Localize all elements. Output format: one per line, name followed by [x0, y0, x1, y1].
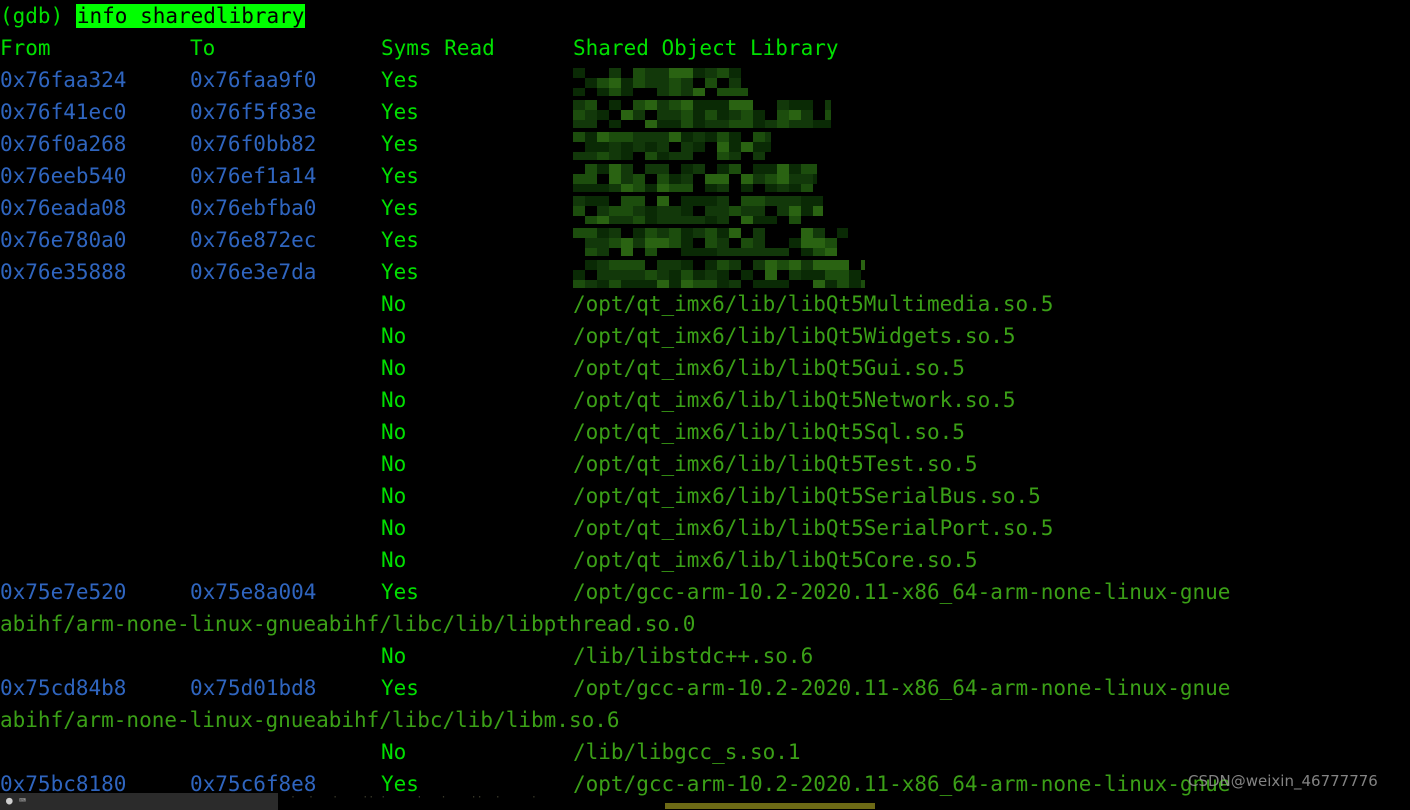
- syms-read-value: Yes: [381, 228, 419, 252]
- syms-read-value: Yes: [381, 68, 419, 92]
- gdb-command-highlighted[interactable]: info sharedlibrary: [75, 4, 306, 28]
- library-path: /opt/qt_imx6/lib/libQt5Core.so.5: [573, 548, 978, 572]
- syms-read-value: No: [381, 420, 407, 444]
- syms-read-value: Yes: [381, 100, 419, 124]
- syms-read-value: No: [381, 516, 407, 540]
- library-path: /opt/gcc-arm-10.2-2020.11-x86_64-arm-non…: [573, 676, 1231, 700]
- redacted-library-residual: lib: [573, 164, 611, 188]
- address-to: 0x76e3e7da: [190, 260, 317, 284]
- table-row: 0x75e7e520 0x75e8a004 Yes/opt/gcc-arm-10.2…: [0, 576, 1410, 608]
- gdb-prompt-line: (gdb) info sharedlibrary: [0, 0, 306, 32]
- address-from: 0x75cd84b8: [0, 676, 127, 700]
- syms-read-value: No: [381, 548, 407, 572]
- redacted-library-residual: lib: [573, 260, 611, 284]
- table-row: No/lib/libstdc++.so.6: [0, 640, 1410, 672]
- table-row-wrapped: abihf/arm-none-linux-gnueabihf/libc/lib/…: [0, 704, 1410, 736]
- syms-read-value: No: [381, 644, 407, 668]
- redacted-library-residual: libr: [573, 196, 624, 220]
- library-path: /opt/qt_imx6/lib/libQt5SerialPort.so.5: [573, 516, 1054, 540]
- library-path: /opt/qt_imx6/lib/libQt5Gui.so.5: [573, 356, 965, 380]
- taskbar[interactable]: ● ⌨: [0, 793, 278, 810]
- address-to: 0x76faa9f0: [190, 68, 317, 92]
- address-from: 0x76e35888: [0, 260, 127, 284]
- library-path: /opt/qt_imx6/lib/libQt5SerialBus.so.5: [573, 484, 1041, 508]
- syms-read-value: Yes: [381, 260, 419, 284]
- header-syms-read: Syms Read: [381, 36, 495, 60]
- table-row: 0x76eada08 0x76ebfba0 Yes libr: [0, 192, 1410, 224]
- table-row: 0x76eeb540 0x76ef1a14 Yes lib: [0, 160, 1410, 192]
- table-row: 0x76faa324 0x76faa9f0 Yes lib: [0, 64, 1410, 96]
- table-row: No/opt/qt_imx6/lib/libQt5Multimedia.so.5: [0, 288, 1410, 320]
- redacted-library-residual: libT: [573, 228, 624, 252]
- address-to: 0x76ef1a14: [190, 164, 317, 188]
- table-row: 0x76f0a268 0x76f0bb82 Yes lib: [0, 128, 1410, 160]
- library-path: /lib/libgcc_s.so.1: [573, 740, 801, 764]
- library-path-continuation: abihf/arm-none-linux-gnueabihf/libc/lib/…: [0, 612, 696, 636]
- library-path: /opt/qt_imx6/lib/libQt5Widgets.so.5: [573, 324, 1016, 348]
- header-shared-object-library: Shared Object Library: [573, 36, 839, 60]
- address-from: 0x76f0a268: [0, 132, 127, 156]
- table-row: 0x75cd84b8 0x75d01bd8 Yes/opt/gcc-arm-10.2…: [0, 672, 1410, 704]
- table-row: No/opt/qt_imx6/lib/libQt5SerialBus.so.5: [0, 480, 1410, 512]
- redacted-library-residual: lib: [573, 68, 611, 92]
- address-to: 0x76e872ec: [190, 228, 317, 252]
- syms-read-value: No: [381, 740, 407, 764]
- syms-read-value: No: [381, 292, 407, 316]
- header-to: To: [190, 36, 216, 60]
- taskbar-glyphs: ● ⌨: [6, 794, 26, 807]
- address-from: 0x75e7e520: [0, 580, 127, 604]
- address-from: 0x76eada08: [0, 196, 127, 220]
- redacted-library-residual: lib: [573, 100, 611, 124]
- table-row: 0x76e780a0 0x76e872ec Yes libT: [0, 224, 1410, 256]
- table-row: No/opt/qt_imx6/lib/libQt5SerialPort.so.5: [0, 512, 1410, 544]
- table-row: 0x76e35888 0x76e3e7da Yes lib: [0, 256, 1410, 288]
- syms-read-value: No: [381, 356, 407, 380]
- address-to: 0x75d01bd8: [190, 676, 317, 700]
- bottom-dot-strip: · · · ·· · · · ·· · ·: [290, 794, 537, 802]
- syms-read-value: Yes: [381, 580, 419, 604]
- library-path: /opt/qt_imx6/lib/libQt5Network.so.5: [573, 388, 1016, 412]
- table-row: 0x76f41ec0 0x76f5f83e Yes lib: [0, 96, 1410, 128]
- address-to: 0x76ebfba0: [190, 196, 317, 220]
- address-to: 0x76f0bb82: [190, 132, 317, 156]
- syms-read-value: No: [381, 388, 407, 412]
- syms-read-value: Yes: [381, 164, 419, 188]
- table-row-wrapped: abihf/arm-none-linux-gnueabihf/libc/lib/…: [0, 608, 1410, 640]
- syms-read-value: Yes: [381, 196, 419, 220]
- address-to: 0x76f5f83e: [190, 100, 317, 124]
- table-row: No/opt/qt_imx6/lib/libQt5Widgets.so.5: [0, 320, 1410, 352]
- syms-read-value: No: [381, 484, 407, 508]
- table-header-row: From To Syms Read Shared Object Library: [0, 32, 1410, 64]
- address-from: 0x76e780a0: [0, 228, 127, 252]
- table-row: No/opt/qt_imx6/lib/libQt5Core.so.5: [0, 544, 1410, 576]
- library-path-continuation: abihf/arm-none-linux-gnueabihf/libc/lib/…: [0, 708, 620, 732]
- syms-read-value: Yes: [381, 676, 419, 700]
- library-path: /lib/libstdc++.so.6: [573, 644, 814, 668]
- address-from: 0x76faa324: [0, 68, 127, 92]
- table-row: No/opt/qt_imx6/lib/libQt5Gui.so.5: [0, 352, 1410, 384]
- table-row: No/opt/qt_imx6/lib/libQt5Test.so.5: [0, 448, 1410, 480]
- library-path: /opt/qt_imx6/lib/libQt5Sql.so.5: [573, 420, 965, 444]
- syms-read-value: Yes: [381, 132, 419, 156]
- address-from: 0x76f41ec0: [0, 100, 127, 124]
- bottom-olive-bar: [665, 803, 875, 809]
- gdb-prompt: (gdb): [0, 4, 76, 28]
- address-to: 0x75e8a004: [190, 580, 317, 604]
- terminal-window[interactable]: (gdb) info sharedlibrary From To Syms Re…: [0, 0, 1410, 810]
- syms-read-value: No: [381, 452, 407, 476]
- library-path: /opt/qt_imx6/lib/libQt5Test.so.5: [573, 452, 978, 476]
- redacted-library-residual: lib: [573, 132, 611, 156]
- library-path: /opt/qt_imx6/lib/libQt5Multimedia.so.5: [573, 292, 1054, 316]
- library-path: /opt/gcc-arm-10.2-2020.11-x86_64-arm-non…: [573, 580, 1231, 604]
- table-row: No/lib/libgcc_s.so.1: [0, 736, 1410, 768]
- address-from: 0x76eeb540: [0, 164, 127, 188]
- table-row: No/opt/qt_imx6/lib/libQt5Network.so.5: [0, 384, 1410, 416]
- library-path: /opt/gcc-arm-10.2-2020.11-x86_64-arm-non…: [573, 772, 1231, 796]
- syms-read-value: No: [381, 324, 407, 348]
- table-row: No/opt/qt_imx6/lib/libQt5Sql.so.5: [0, 416, 1410, 448]
- header-from: From: [0, 36, 51, 60]
